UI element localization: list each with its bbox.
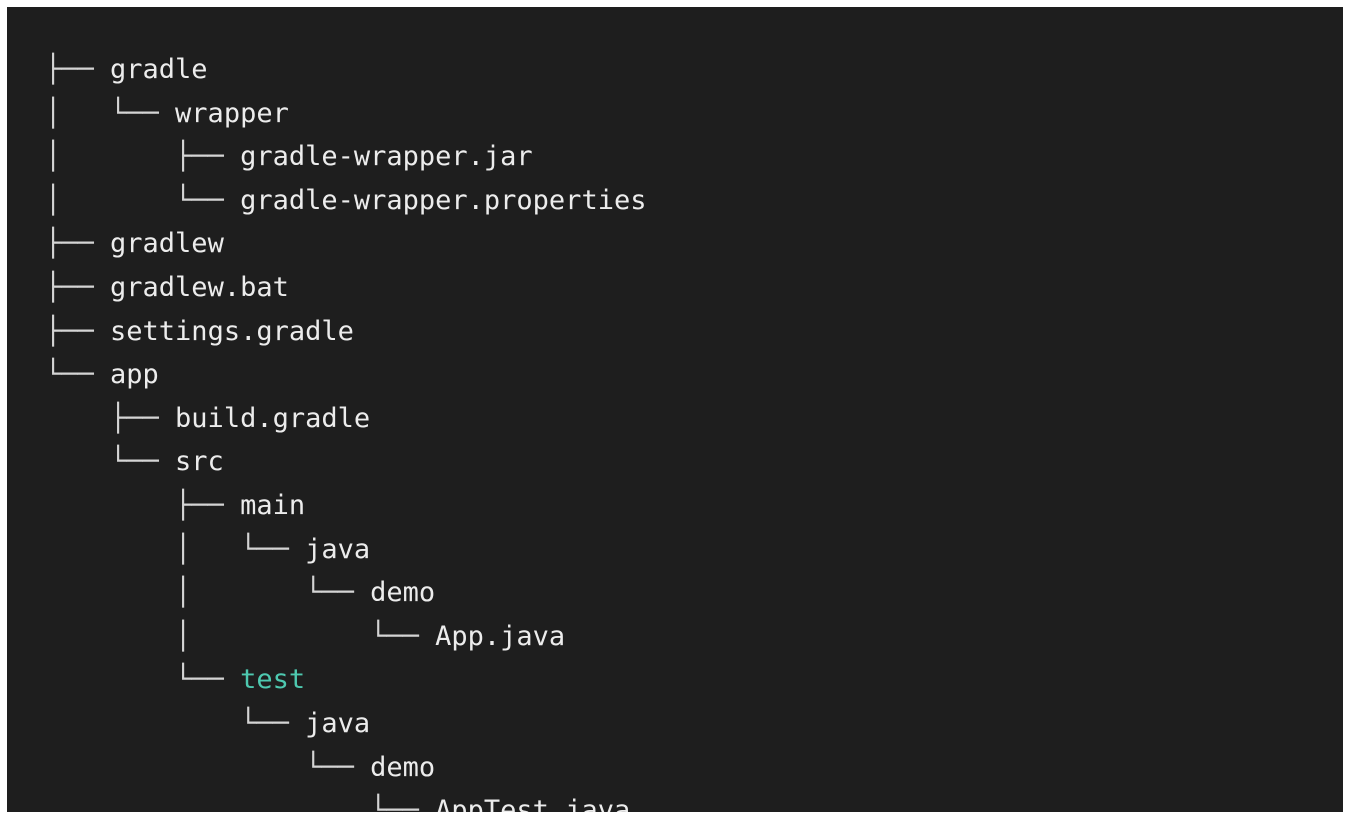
tree-entry-name: java bbox=[305, 707, 371, 739]
tree-line: │ ├── gradle-wrapper.jar bbox=[45, 135, 646, 179]
tree-entry-name: main bbox=[240, 489, 306, 521]
tree-entry-name: gradlew bbox=[110, 228, 224, 260]
tree-branch-connector: │ └── bbox=[45, 577, 371, 609]
tree-branch-connector: ├── bbox=[45, 402, 176, 434]
tree-branch-connector: └── bbox=[45, 707, 306, 739]
tree-branch-connector: └── bbox=[45, 664, 241, 696]
tree-entry-name: gradle bbox=[110, 54, 208, 85]
tree-line: │ └── wrapper bbox=[45, 92, 646, 136]
tree-line: └── app bbox=[45, 353, 646, 397]
tree-line: └── src bbox=[45, 440, 646, 484]
tree-branch-connector: ├── bbox=[45, 54, 111, 85]
tree-branch-connector: ├── bbox=[45, 271, 111, 303]
tree-line: └── test bbox=[45, 658, 646, 702]
tree-branch-connector: │ └── bbox=[45, 620, 436, 652]
terminal-window: ├── gradle │ └── wrapper │ ├── gradle-wrap… bbox=[7, 7, 1343, 812]
tree-branch-connector: └── bbox=[45, 359, 111, 391]
tree-entry-name: wrapper bbox=[175, 97, 289, 129]
tree-branch-connector: └── bbox=[45, 446, 176, 478]
tree-line: ├── build.gradle bbox=[45, 397, 646, 441]
tree-line: │ └── App.java bbox=[45, 615, 646, 659]
tree-line: ├── gradlew.bat bbox=[45, 266, 646, 310]
tree-entry-name: gradle-wrapper.properties bbox=[240, 184, 647, 216]
tree-branch-connector: │ └── bbox=[45, 97, 176, 129]
tree-line: ├── gradlew bbox=[45, 222, 646, 266]
tree-line: │ └── gradle-wrapper.properties bbox=[45, 179, 646, 223]
tree-line: └── AppTest.java bbox=[45, 789, 646, 812]
tree-entry-name: gradlew.bat bbox=[110, 271, 289, 303]
tree-entry-name: gradle-wrapper.jar bbox=[240, 141, 533, 173]
tree-branch-connector: ├── bbox=[45, 489, 241, 521]
tree-entry-name: test bbox=[240, 664, 306, 696]
tree-entry-name: settings.gradle bbox=[110, 315, 354, 347]
tree-line: └── java bbox=[45, 702, 646, 746]
tree-branch-connector: └── bbox=[45, 795, 436, 812]
tree-entry-name: AppTest.java bbox=[435, 795, 631, 812]
tree-entry-name: src bbox=[175, 446, 224, 478]
tree-entry-name: demo bbox=[370, 751, 436, 783]
tree-branch-connector: │ ├── bbox=[45, 141, 241, 173]
tree-entry-name: java bbox=[305, 533, 371, 565]
tree-line: ├── gradle bbox=[45, 48, 646, 92]
tree-branch-connector: ├── bbox=[45, 315, 111, 347]
tree-branch-connector: │ └── bbox=[45, 533, 306, 565]
tree-line: ├── main bbox=[45, 484, 646, 528]
tree-branch-connector: └── bbox=[45, 751, 371, 783]
tree-line: │ └── demo bbox=[45, 571, 646, 615]
tree-entry-name: app bbox=[110, 359, 159, 391]
tree-line: ├── settings.gradle bbox=[45, 310, 646, 354]
directory-tree: ├── gradle │ └── wrapper │ ├── gradle-wrap… bbox=[45, 48, 646, 812]
tree-line: │ └── java bbox=[45, 528, 646, 572]
tree-branch-connector: ├── bbox=[45, 228, 111, 260]
tree-branch-connector: │ └── bbox=[45, 184, 241, 216]
tree-entry-name: build.gradle bbox=[175, 402, 371, 434]
tree-entry-name: demo bbox=[370, 577, 436, 609]
tree-line: └── demo bbox=[45, 746, 646, 790]
tree-entry-name: App.java bbox=[435, 620, 566, 652]
